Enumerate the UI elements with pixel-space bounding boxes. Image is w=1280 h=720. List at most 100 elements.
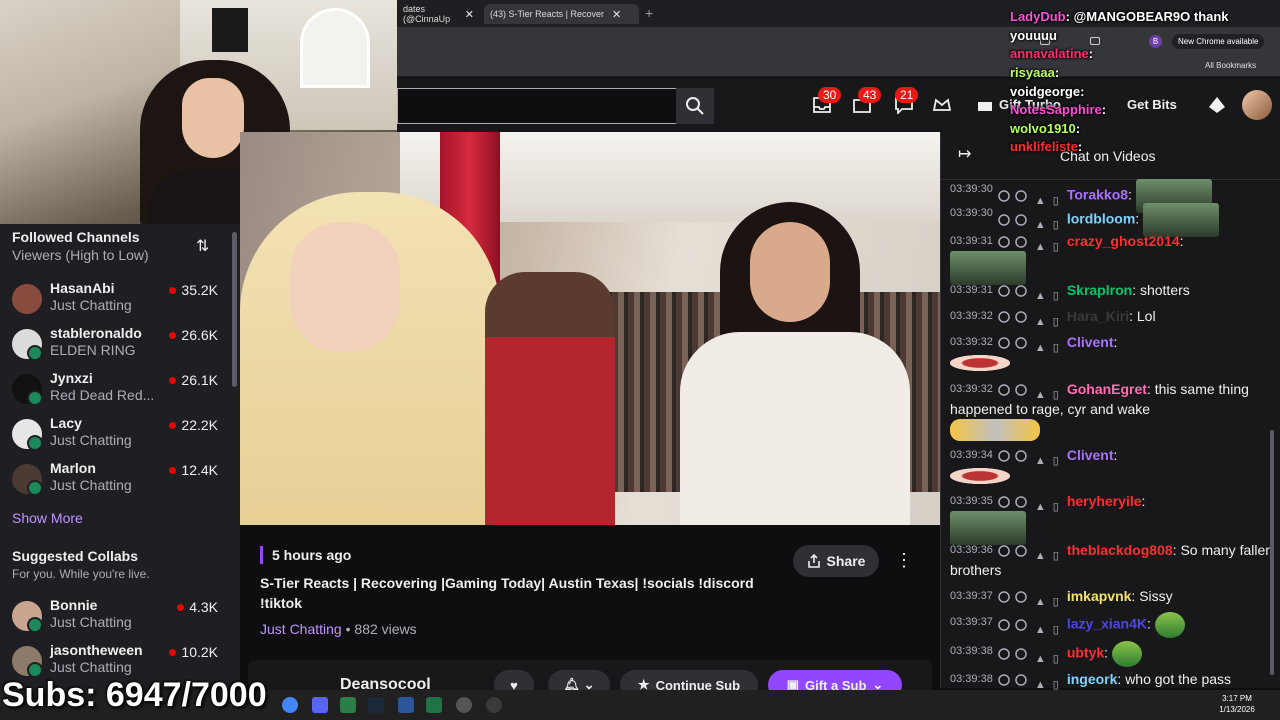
mod-actions-icon[interactable]	[996, 310, 1063, 325]
browser-tab-cinna[interactable]: dates (@CinnaUp ✕	[397, 4, 480, 24]
more-options-icon[interactable]: ⋮	[895, 550, 913, 571]
search-input[interactable]	[397, 88, 676, 124]
mod-actions-icon[interactable]	[996, 495, 1063, 510]
sidebar-item-marlon[interactable]: Marlon Just Chatting 12.4K	[0, 458, 230, 502]
sidebar-item-lacy[interactable]: Lacy Just Chatting 22.2K	[0, 413, 230, 457]
emote-image	[950, 468, 1010, 485]
chat-username[interactable]: lazy_xian4K	[1067, 616, 1147, 632]
overlay-chat-line: youuuu	[1010, 28, 1280, 44]
mod-actions-icon[interactable]	[996, 673, 1063, 688]
chat-timestamp: 03:39:37	[950, 616, 993, 628]
sidebar-item-hasanabi[interactable]: HasanAbi Just Chatting 35.2K	[0, 278, 230, 322]
suggested-collabs-subtitle: For you. While you're live.	[12, 567, 150, 581]
chat-timestamp: 03:39:32	[950, 310, 993, 322]
search-button[interactable]	[676, 88, 714, 124]
sidebar-item-stableronaldo[interactable]: stableronaldo ELDEN RING 26.6K	[0, 323, 230, 367]
mod-actions-icon[interactable]	[996, 590, 1063, 605]
mod-actions-icon[interactable]	[996, 235, 1063, 250]
chat-message: 03:39:37imkapvnk: Sissy	[950, 586, 1275, 606]
chat-username[interactable]: Skraplron	[1067, 282, 1132, 298]
vod-time-ago: 5 hours ago	[272, 547, 352, 563]
chat-timestamp: 03:39:37	[950, 590, 993, 602]
notification-badge: 43	[858, 87, 882, 103]
vod-title: S-Tier Reacts | Recovering |Gaming Today…	[260, 575, 754, 611]
video-player[interactable]	[240, 132, 940, 525]
chat-username[interactable]: lordbloom	[1067, 211, 1135, 227]
guest-star-icon	[27, 617, 43, 633]
chat-message: 03:39:37lazy_xian4K:	[950, 612, 1275, 638]
chat-username[interactable]: Torakko8	[1067, 187, 1128, 203]
excel-icon[interactable]	[426, 697, 442, 713]
chat-username[interactable]: GohanEgret	[1067, 381, 1147, 397]
chat-timestamp: 03:39:35	[950, 495, 993, 507]
overlay-text: :	[1077, 139, 1083, 154]
notification-badge: 21	[895, 87, 919, 103]
close-icon[interactable]: ✕	[612, 8, 621, 21]
mod-actions-icon[interactable]	[996, 383, 1063, 398]
app-icon[interactable]	[486, 697, 502, 713]
emote-image	[1111, 641, 1142, 667]
chat-username[interactable]: imkapvnk	[1067, 588, 1132, 604]
sidebar-heading: Followed Channels	[12, 229, 140, 245]
overlay-chat-line: wolvo1910:	[1010, 121, 1280, 137]
chat-username[interactable]: crazy_ghost2014	[1067, 233, 1180, 249]
sort-icon[interactable]: ⇅	[196, 236, 209, 256]
chat-scrollbar[interactable]	[1270, 430, 1274, 675]
chat-username[interactable]: Hara_Kiri	[1067, 308, 1129, 324]
share-icon	[807, 554, 820, 568]
chat-username[interactable]: heryheryile	[1067, 493, 1142, 509]
chat-message: 03:39:36theblackdog808: So many fallen b…	[950, 540, 1275, 580]
sidebar-item-jynxzi[interactable]: Jynxzi Red Dead Red... 26.1K	[0, 368, 230, 412]
chat-timestamp: 03:39:30	[950, 183, 993, 195]
share-button[interactable]: Share	[793, 545, 879, 577]
chat-username[interactable]: theblackdog808	[1067, 542, 1173, 558]
chat-username[interactable]: ubtyk	[1067, 645, 1104, 661]
mod-actions-icon[interactable]	[996, 544, 1063, 559]
viewer-count: 12.4K	[169, 462, 218, 478]
chat-username[interactable]: Clivent	[1067, 447, 1114, 463]
chat-message: 03:39:31crazy_ghost2014:	[950, 231, 1275, 285]
overlay-chat-line: unklifeliste:	[1010, 139, 1280, 155]
mod-actions-icon[interactable]	[996, 284, 1063, 299]
mod-actions-icon[interactable]	[996, 213, 1063, 227]
taskbar-clock[interactable]: 3:17 PM 1/13/2026	[1212, 693, 1262, 715]
overlay-chat-line: LadyDub: @MANGOBEAR9O thank	[1010, 9, 1280, 25]
chat-username[interactable]: Clivent	[1067, 334, 1114, 350]
mod-actions-icon[interactable]	[996, 449, 1063, 464]
chat-timestamp: 03:39:32	[950, 383, 993, 395]
obs-icon[interactable]	[456, 697, 472, 713]
show-more-link[interactable]: Show More	[12, 510, 83, 526]
chat-timestamp: 03:39:38	[950, 645, 993, 657]
viewer-count: 35.2K	[169, 282, 218, 298]
category-link[interactable]: Just Chatting	[260, 621, 342, 637]
discord-icon[interactable]	[312, 697, 328, 713]
chat-timestamp: 03:39:34	[950, 449, 993, 461]
collapse-chat-icon[interactable]: ↦	[958, 144, 971, 164]
mod-actions-icon[interactable]	[996, 647, 1063, 661]
chat-message: 03:39:38ingeork: who got the pass	[950, 669, 1275, 689]
gift-icon	[978, 101, 992, 111]
browser-tab-stier[interactable]: (43) S-Tier Reacts | Recover ✕	[484, 4, 639, 24]
word-icon[interactable]	[398, 697, 414, 713]
chat-timestamp: 03:39:36	[950, 544, 993, 556]
chat-username[interactable]: ingeork	[1067, 671, 1118, 687]
mod-actions-icon[interactable]	[996, 618, 1063, 632]
search-icon	[686, 97, 704, 115]
close-icon[interactable]: ✕	[465, 8, 474, 21]
overlay-text: :	[1101, 102, 1107, 117]
prime-crown-icon[interactable]	[932, 96, 952, 114]
new-tab-icon[interactable]: +	[645, 5, 653, 21]
steam-icon[interactable]	[368, 697, 384, 713]
guest-star-icon	[27, 480, 43, 496]
xbox-icon[interactable]	[340, 697, 356, 713]
chat-text: who got the pass	[1125, 671, 1232, 687]
sub-goal-overlay: Subs: 6947/7000	[2, 676, 267, 714]
chat-message: 03:39:31Skraplron: shotters	[950, 280, 1275, 300]
sidebar-item-bonnie[interactable]: Bonnie Just Chatting 4.3K	[0, 595, 230, 639]
chrome-icon[interactable]	[282, 697, 298, 713]
mod-actions-icon[interactable]	[996, 336, 1063, 351]
chat-message: 03:39:38ubtyk:	[950, 641, 1275, 667]
chat-text: Sissy	[1139, 588, 1173, 604]
sidebar-scrollbar[interactable]	[232, 232, 237, 387]
mod-actions-icon[interactable]	[996, 189, 1063, 203]
